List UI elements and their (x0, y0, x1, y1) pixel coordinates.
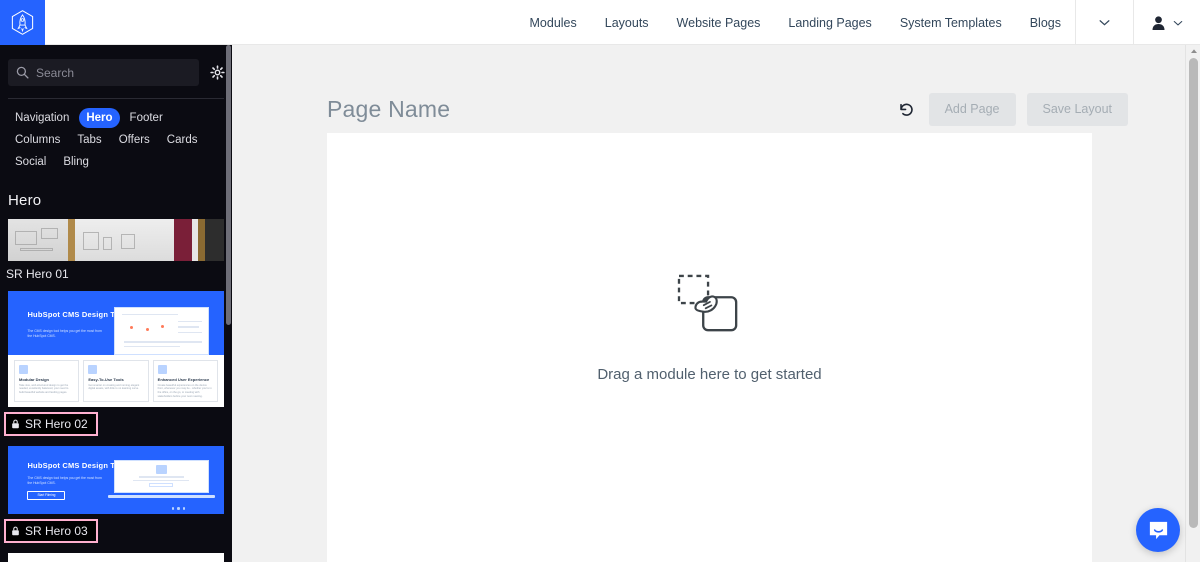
module-label-text: SR Hero 01 (6, 267, 69, 281)
undo-button[interactable] (896, 98, 918, 120)
module-thumbnail-list: SR Hero 01 HubSpot CMS Design Tool The C… (0, 209, 232, 562)
thumb-card-title: Enhanced User Experience (158, 377, 213, 382)
thumb-card: Enhanced User Experience Create beautifu… (153, 360, 218, 402)
module-thumbnail-photo (8, 219, 224, 261)
category-filter-tags: Navigation Hero Footer Columns Tabs Offe… (0, 99, 232, 172)
editor-header: Page Name Add Page Save Layout (232, 45, 1188, 133)
gear-icon (210, 65, 225, 80)
page-title: Page Name (327, 96, 450, 123)
module-item-partial[interactable] (0, 553, 232, 562)
thumb-hero-subtitle: The CMS design tool helps you get the mo… (27, 476, 105, 486)
rocket-hexagon-logo-icon (9, 9, 36, 36)
thumb-card-text: Create beautiful experiences on the devi… (158, 384, 213, 398)
module-library-sidebar: Navigation Hero Footer Columns Tabs Offe… (0, 45, 232, 562)
thumb-hero-subtitle: The CMS design tool helps you get the mo… (27, 329, 105, 339)
module-thumbnail-partial (8, 553, 224, 562)
primary-nav: Modules Layouts Website Pages Landing Pa… (516, 0, 1200, 45)
sidebar-scrollbar-thumb[interactable] (226, 45, 231, 325)
nav-item-website-pages[interactable]: Website Pages (663, 0, 775, 45)
top-navigation-bar: Modules Layouts Website Pages Landing Pa… (0, 0, 1200, 45)
thumb-card: Modular Design Take nice, well-structure… (14, 360, 79, 402)
app-logo[interactable] (0, 0, 45, 45)
save-layout-button[interactable]: Save Layout (1027, 93, 1129, 126)
sidebar-search-row (0, 45, 232, 86)
filter-tag-columns[interactable]: Columns (8, 130, 67, 150)
filter-tag-bling[interactable]: Bling (56, 152, 96, 172)
nav-item-system-templates[interactable]: System Templates (886, 0, 1016, 45)
filter-tag-cards[interactable]: Cards (160, 130, 205, 150)
module-label: SR Hero 01 (0, 261, 232, 281)
thumb-hero-button: Start Filming (27, 491, 65, 500)
chevron-down-icon (1099, 19, 1110, 26)
chevron-up-icon (1190, 48, 1198, 54)
page-scrollbar[interactable] (1185, 45, 1200, 562)
section-title: Hero (0, 172, 232, 209)
nav-item-modules[interactable]: Modules (516, 0, 591, 45)
search-input[interactable] (29, 66, 191, 80)
module-item-sr-hero-01[interactable]: SR Hero 01 (0, 219, 232, 281)
chat-launcher-button[interactable] (1136, 508, 1180, 552)
thumb-feature-cards: Modular Design Take nice, well-structure… (8, 355, 224, 407)
empty-drop-zone[interactable]: Drag a module here to get started (327, 133, 1092, 563)
thumb-laptop-mockup (114, 460, 209, 501)
filter-tag-hero[interactable]: Hero (79, 108, 119, 128)
search-field-wrapper[interactable] (8, 59, 199, 86)
filter-tag-social[interactable]: Social (8, 152, 53, 172)
nav-item-layouts[interactable]: Layouts (591, 0, 663, 45)
thumb-card-text: Get smarter on creating and running eleg… (88, 384, 143, 391)
nav-item-blogs[interactable]: Blogs (1016, 0, 1075, 45)
nav-more-menu[interactable] (1075, 0, 1133, 45)
module-label-text: SR Hero 03 (25, 524, 88, 538)
filter-tag-tabs[interactable]: Tabs (70, 130, 108, 150)
empty-state-text: Drag a module here to get started (597, 366, 821, 383)
add-page-button[interactable]: Add Page (929, 93, 1016, 126)
module-label-text: SR Hero 02 (25, 417, 88, 431)
thumb-hero-title: HubSpot CMS Design Tool (27, 310, 126, 319)
nav-item-landing-pages[interactable]: Landing Pages (774, 0, 885, 45)
module-label-flagged: SR Hero 03 (4, 519, 98, 543)
filter-tag-footer[interactable]: Footer (123, 108, 170, 128)
thumb-carousel-dots (172, 507, 186, 510)
module-thumbnail-hero-laptop: HubSpot CMS Design Tool The CMS design t… (8, 446, 224, 514)
thumb-card-title: Modular Design (19, 377, 74, 382)
scroll-up-arrow[interactable] (1186, 45, 1200, 57)
filter-tag-offers[interactable]: Offers (112, 130, 157, 150)
module-label-flagged: SR Hero 02 (4, 412, 98, 436)
editor-main-area: Page Name Add Page Save Layout Drag a mo… (232, 45, 1188, 562)
user-menu[interactable] (1133, 0, 1200, 45)
editor-header-actions: Add Page Save Layout (896, 93, 1128, 126)
undo-icon (898, 101, 915, 118)
layout-canvas[interactable]: Drag a module here to get started (327, 133, 1092, 563)
user-avatar-icon (1151, 15, 1166, 31)
thumb-hero-title: HubSpot CMS Design Tool (27, 461, 126, 470)
sidebar-settings-button[interactable] (207, 63, 227, 83)
drag-module-icon (676, 274, 744, 336)
page-scrollbar-thumb[interactable] (1189, 58, 1198, 528)
lock-icon (11, 419, 20, 429)
thumb-card-title: Easy-To-Use Tools (88, 377, 143, 382)
search-icon (16, 66, 29, 79)
chat-bubble-icon (1147, 519, 1170, 542)
lock-icon (11, 526, 20, 536)
module-item-sr-hero-03[interactable]: HubSpot CMS Design Tool The CMS design t… (0, 446, 232, 543)
module-thumbnail-hero-cards: HubSpot CMS Design Tool The CMS design t… (8, 291, 224, 407)
thumb-card-text: Take nice, well-structured design to get… (19, 384, 74, 395)
sidebar-scrollbar[interactable] (226, 45, 231, 562)
chevron-down-icon (1173, 20, 1183, 26)
filter-tag-navigation[interactable]: Navigation (8, 108, 76, 128)
module-item-sr-hero-02[interactable]: HubSpot CMS Design Tool The CMS design t… (0, 291, 232, 436)
thumb-card: Easy-To-Use Tools Get smarter on creatin… (83, 360, 148, 402)
